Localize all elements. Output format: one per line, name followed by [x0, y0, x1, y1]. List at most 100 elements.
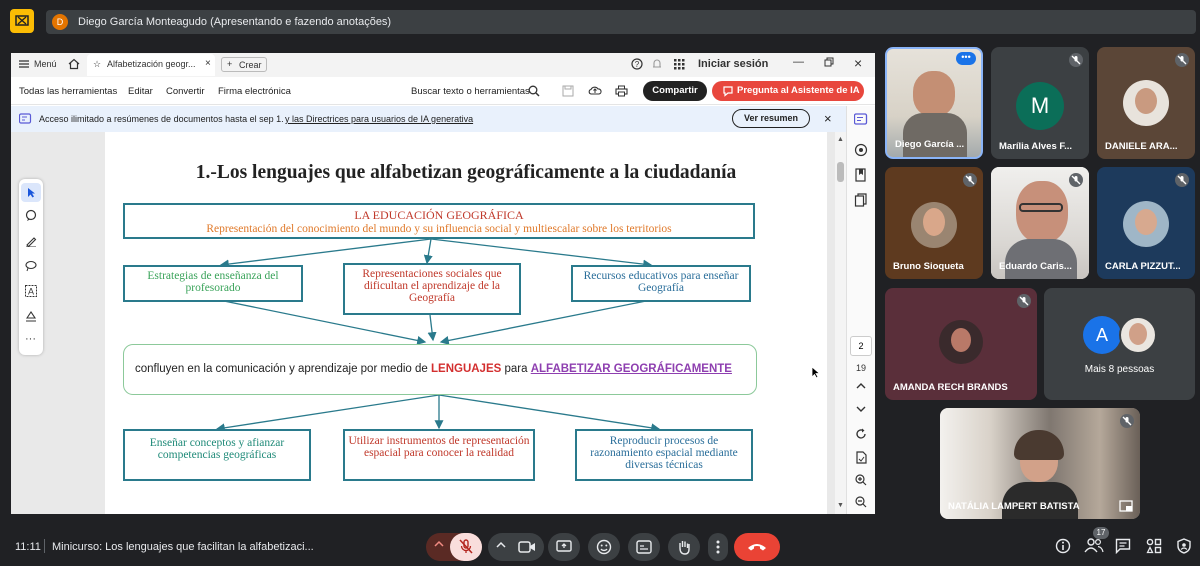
meeting-title: Minicurso: Los lenguajes que facilitan l… [52, 541, 314, 553]
more-options-icon[interactable]: ••• [956, 52, 976, 65]
home-icon[interactable] [68, 58, 80, 70]
tab-document[interactable]: ☆ Alfabetización geogr... × [87, 54, 215, 76]
avatar: M [1016, 82, 1064, 130]
captions-button[interactable] [628, 533, 660, 561]
zoom-in-icon[interactable] [855, 474, 867, 486]
menu-label[interactable]: Menú [34, 59, 57, 69]
menu-all-tools[interactable]: Todas las herramientas [19, 86, 117, 97]
camera-control[interactable] [488, 533, 544, 561]
scroll-down-icon[interactable]: ▼ [837, 502, 844, 509]
select-tool[interactable] [21, 183, 41, 202]
menu-edit[interactable]: Editar [128, 86, 153, 97]
chevron-up-icon[interactable] [496, 541, 506, 549]
emoji-button[interactable] [588, 533, 620, 561]
print-icon[interactable] [615, 85, 628, 97]
more-tools-icon[interactable]: ··· [25, 333, 36, 345]
leave-call-button[interactable] [734, 533, 780, 561]
minimize-icon[interactable]: — [793, 56, 804, 68]
person-shirt [903, 113, 967, 157]
page-up-icon[interactable] [856, 382, 866, 390]
help-icon[interactable]: ? [631, 58, 643, 70]
notice-banner: Acceso ilimitado a resúmenes de document… [11, 106, 846, 132]
svg-text:?: ? [635, 60, 640, 69]
tab-title: Alfabetización geogr... [107, 59, 196, 69]
chevron-up-icon[interactable] [434, 540, 444, 548]
diagram-box-education: LA EDUCACIÓN GEOGRÁFICA Representación d… [123, 203, 755, 239]
comments-rail-icon[interactable] [854, 143, 868, 157]
vertical-scrollbar[interactable]: ▲ ▼ [835, 132, 846, 514]
annotation-palette: A ··· [19, 179, 43, 355]
zoom-out-icon[interactable] [855, 496, 867, 508]
search-icon[interactable] [528, 85, 540, 97]
rotate-icon[interactable] [855, 428, 867, 440]
hamburger-icon[interactable] [19, 60, 29, 68]
participant-tile-more[interactable]: A Mais 8 pessoas [1044, 288, 1195, 400]
raise-hand-button[interactable] [668, 533, 700, 561]
participant-tile-marilia[interactable]: M Marília Alves F... [991, 47, 1089, 159]
bell-icon[interactable] [651, 58, 663, 70]
meeting-time: 11:11 [15, 541, 41, 553]
banner-guidelines-link[interactable]: y las Directrices para usuarios de IA ge… [285, 114, 473, 124]
pin-frame-icon[interactable] [1118, 499, 1134, 513]
participant-name: Eduardo Caris... [999, 261, 1072, 272]
present-screen-button[interactable] [548, 533, 580, 561]
person-shirt [1005, 239, 1077, 279]
participant-tile-daniele[interactable]: DANIELE ARA... [1097, 47, 1195, 159]
more-options-button[interactable] [708, 533, 728, 561]
mic-toggle[interactable] [450, 533, 482, 561]
close-window-icon[interactable]: × [854, 55, 862, 71]
page-number-input[interactable]: 2 [850, 336, 872, 356]
scroll-up-icon[interactable]: ▲ [837, 136, 844, 143]
share-button[interactable]: Compartir [643, 81, 707, 101]
text-box-icon[interactable]: A [25, 285, 37, 297]
mic-off-icon [963, 173, 977, 187]
mic-off-icon [1069, 173, 1083, 187]
comment-icon[interactable] [25, 209, 37, 221]
diagram-box-instruments: Utilizar instrumentos de representación … [343, 429, 535, 481]
camera-icon[interactable] [518, 540, 536, 554]
menu-convert[interactable]: Convertir [166, 86, 205, 97]
participant-name: Bruno Sioqueta [893, 261, 964, 272]
participant-tile-carla[interactable]: CARLA PIZZUT... [1097, 167, 1195, 279]
people-icon[interactable] [1084, 537, 1104, 553]
person-face [1016, 181, 1068, 243]
search-tools-input[interactable]: Buscar texto o herramientas [411, 86, 530, 97]
activities-icon[interactable] [1146, 538, 1162, 554]
pages-rail-icon[interactable] [854, 193, 868, 207]
participant-tile-diego[interactable]: ••• Diego García ... [885, 47, 983, 159]
mic-control[interactable] [426, 533, 482, 561]
close-banner-icon[interactable]: × [824, 111, 832, 126]
center-text-lenguajes: LENGUAJES [431, 363, 502, 375]
page-down-icon[interactable] [856, 405, 866, 413]
view-summary-button[interactable]: Ver resumen [732, 109, 810, 128]
participant-tile-natalia[interactable]: NATÁLIA LAMPERT BATISTA [940, 408, 1140, 519]
save-icon[interactable] [562, 85, 574, 97]
new-tab-button[interactable]: + Crear [221, 57, 267, 72]
scroll-thumb[interactable] [837, 162, 844, 182]
center-text-alfabetizar: ALFABETIZAR GEOGRÁFICAMENTE [530, 363, 732, 375]
pen-icon[interactable] [25, 235, 37, 247]
participant-tile-bruno[interactable]: Bruno Sioqueta [885, 167, 983, 279]
star-icon[interactable]: ☆ [93, 59, 101, 70]
stamp-icon[interactable] [25, 310, 37, 322]
presentation-icon[interactable] [10, 9, 34, 33]
ai-assistant-button[interactable]: Pregunta al Asistente de IA [712, 81, 864, 101]
lasso-icon[interactable] [25, 260, 37, 272]
avatar-face [1135, 88, 1157, 114]
bookmark-rail-icon[interactable] [854, 168, 868, 182]
participant-tile-amanda[interactable]: AMANDA RECH BRANDS [885, 288, 1037, 400]
close-tab-icon[interactable]: × [205, 58, 211, 69]
meeting-info-icon[interactable] [1055, 538, 1071, 554]
extract-page-icon[interactable] [855, 451, 867, 464]
svg-text:A: A [28, 287, 34, 297]
restore-icon[interactable] [824, 57, 834, 67]
ai-summary-rail-icon[interactable] [854, 113, 868, 126]
participant-tile-eduardo[interactable]: Eduardo Caris... [991, 167, 1089, 279]
signin-link[interactable]: Iniciar sesión [698, 58, 768, 70]
chat-icon[interactable] [1115, 538, 1131, 554]
menu-esign[interactable]: Firma electrónica [218, 86, 291, 97]
upload-cloud-icon[interactable] [588, 84, 602, 96]
host-controls-icon[interactable] [1176, 538, 1192, 554]
apps-grid-icon[interactable] [673, 58, 685, 70]
avatar-face [923, 208, 945, 236]
